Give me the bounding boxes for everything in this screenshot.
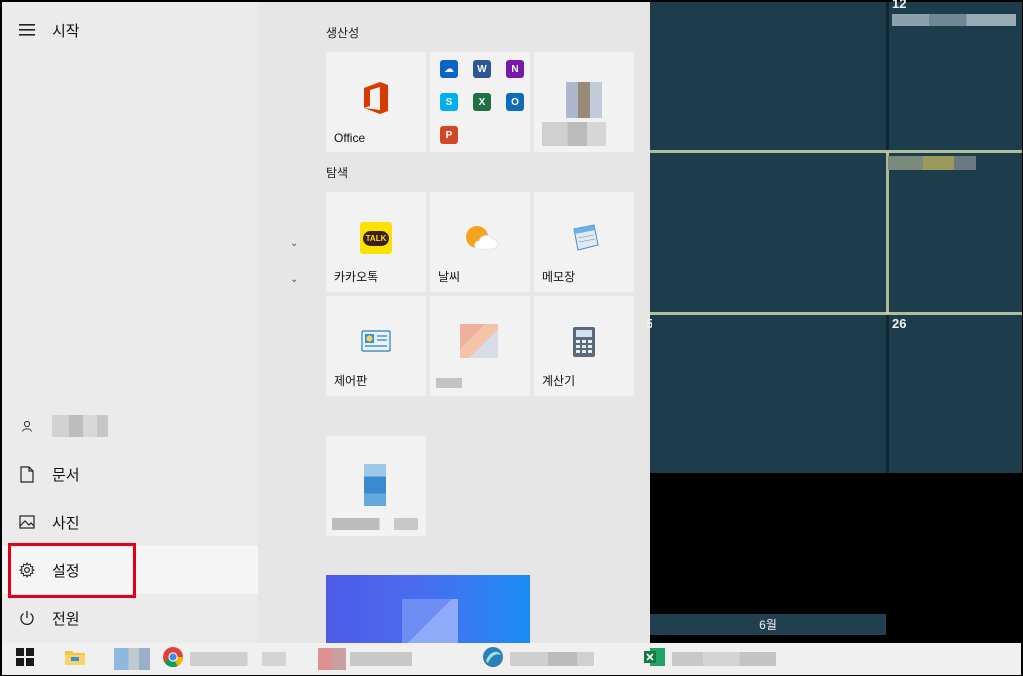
- tile-label: Office: [334, 131, 366, 145]
- excel-icon: X: [473, 93, 491, 111]
- user-icon: [2, 420, 52, 432]
- tile-group-title-productivity: 생산성: [326, 26, 360, 40]
- powerpoint-icon: P: [440, 126, 458, 144]
- blurred-app-label: [542, 122, 606, 146]
- kakaotalk-icon: TALK: [360, 222, 392, 254]
- blurred-window-title: [510, 652, 594, 666]
- excel-taskbar-button[interactable]: [644, 643, 776, 675]
- office-apps-grid: ☁ W N S X O P: [440, 60, 524, 144]
- tile-label: 메모장: [542, 270, 576, 284]
- blurred-app-icon: [566, 82, 602, 118]
- settings-highlight-box: [8, 543, 136, 598]
- blurred-app-tile[interactable]: [430, 296, 530, 396]
- blurred-taskbar-app[interactable]: [114, 643, 150, 675]
- blurred-window-title: [190, 652, 286, 666]
- control-panel-tile[interactable]: 제어판: [326, 296, 426, 396]
- folder-icon: [64, 648, 86, 671]
- blurred-app-icon: [364, 464, 386, 506]
- calendar-month-label: 6월: [650, 614, 886, 635]
- rail-item-user[interactable]: [2, 402, 258, 450]
- kakaotalk-tile[interactable]: TALK 카카오톡: [326, 192, 426, 292]
- blurred-window-title: [672, 652, 776, 666]
- office-apps-folder-tile[interactable]: ☁ W N S X O P: [430, 52, 530, 152]
- rail-item-power[interactable]: 전원: [2, 594, 258, 642]
- calendar-day-number: 5: [646, 316, 652, 331]
- calendar-highlight-line: [650, 312, 1022, 315]
- blurred-app-tile[interactable]: [534, 52, 634, 152]
- calendar-day-number: 12: [892, 0, 907, 11]
- tile-label: 계산기: [542, 374, 576, 388]
- word-icon: W: [473, 60, 491, 78]
- blurred-taskbar-app[interactable]: [482, 643, 594, 675]
- office-icon: [361, 80, 391, 116]
- user-name-blurred: [52, 415, 108, 437]
- blurred-app-label: [332, 518, 418, 530]
- chevron-down-icon[interactable]: ⌄: [290, 238, 298, 249]
- tile-group-title-explore: 탐색: [326, 166, 349, 180]
- chrome-icon: [162, 646, 184, 673]
- notepad-icon: [568, 223, 600, 253]
- taskbar: [2, 643, 1021, 675]
- blurred-app-icon: [114, 648, 150, 670]
- picture-icon: [2, 515, 52, 529]
- rail-item-label: 사진: [52, 514, 80, 532]
- windows-start-button[interactable]: [16, 643, 34, 675]
- onedrive-icon: ☁: [440, 60, 458, 78]
- rail-item-pictures[interactable]: 사진: [2, 498, 258, 546]
- hamburger-menu-icon[interactable]: [2, 24, 52, 36]
- desktop-calendar-background: 12 26 5: [646, 0, 1022, 473]
- app-swirl-icon: [482, 646, 504, 673]
- blurred-app-icon: [318, 648, 346, 670]
- rail-item-label: 문서: [52, 466, 80, 484]
- blurred-event-text: [892, 14, 1016, 26]
- blurred-app-label: [436, 378, 462, 388]
- control-panel-icon: [361, 330, 391, 354]
- calendar-highlight-line: [886, 152, 889, 314]
- start-menu-header: 시작: [2, 2, 258, 58]
- power-icon: [2, 610, 52, 626]
- notepad-tile[interactable]: 메모장: [534, 192, 634, 292]
- excel-icon: [644, 647, 666, 672]
- office-tile[interactable]: Office: [326, 52, 426, 152]
- file-explorer-button[interactable]: [64, 643, 86, 675]
- calendar-day-number: 26: [892, 316, 907, 331]
- windows-logo-icon: [16, 647, 34, 671]
- blurred-event-text: [888, 156, 976, 170]
- calculator-tile[interactable]: 계산기: [534, 296, 634, 396]
- tile-label: 제어판: [334, 374, 368, 388]
- blurred-window-title: [350, 652, 412, 666]
- skype-icon: S: [440, 93, 458, 111]
- blurred-wide-tile[interactable]: [326, 575, 530, 643]
- blurred-taskbar-app[interactable]: [318, 643, 412, 675]
- weather-icon: [462, 223, 498, 253]
- blurred-app-icon: [460, 324, 498, 358]
- outlook-icon: O: [506, 93, 524, 111]
- chrome-taskbar-button[interactable]: [162, 643, 286, 675]
- blurred-app-icon: [402, 599, 458, 643]
- start-menu-title: 시작: [52, 22, 80, 40]
- chevron-down-icon[interactable]: ⌄: [290, 274, 298, 285]
- blurred-app-tile[interactable]: [326, 436, 426, 536]
- onenote-icon: N: [506, 60, 524, 78]
- tile-label: 날씨: [438, 270, 461, 284]
- rail-item-documents[interactable]: 문서: [2, 450, 258, 498]
- calculator-icon: [572, 326, 596, 358]
- tile-label: 카카오톡: [334, 270, 379, 284]
- start-tiles-area: 생산성 Office ☁ W N S X O P 탐색 ⌄ ⌄ TALK 카카오톡 날씨 메…: [258, 2, 650, 643]
- document-icon: [2, 465, 52, 483]
- weather-tile[interactable]: 날씨: [430, 192, 530, 292]
- rail-item-label: 전원: [52, 610, 80, 628]
- calendar-highlight-line: [650, 150, 1022, 153]
